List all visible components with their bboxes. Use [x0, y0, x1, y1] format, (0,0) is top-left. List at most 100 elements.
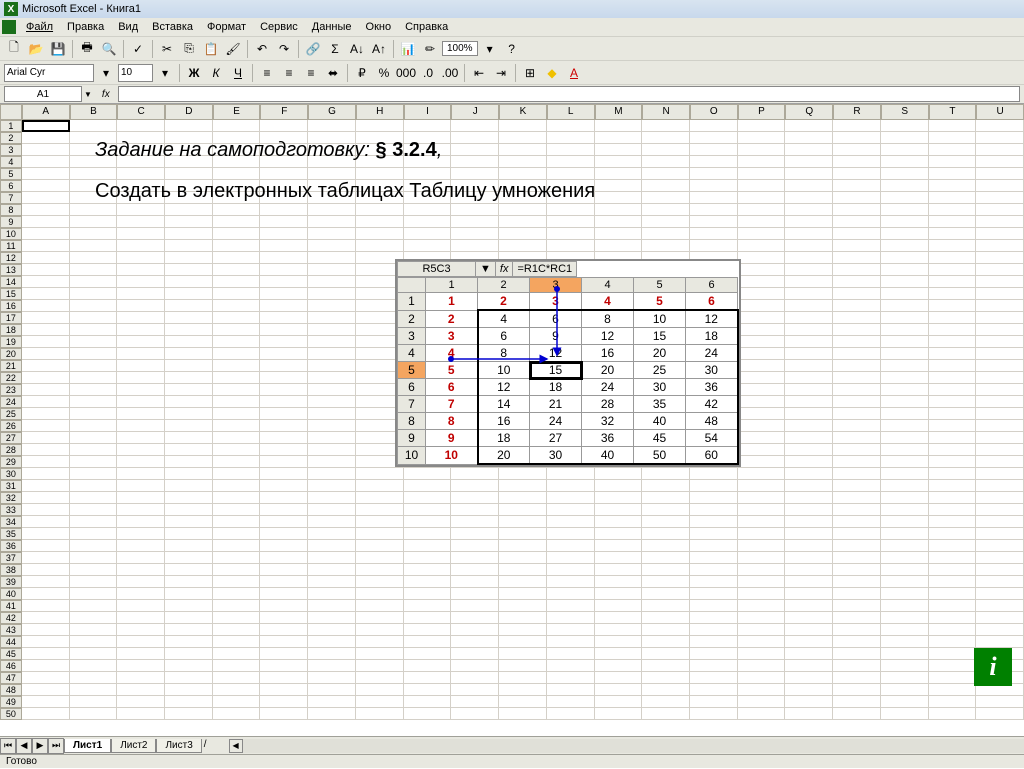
cell[interactable]	[22, 624, 70, 636]
sort-desc-icon[interactable]: A↑	[369, 39, 389, 59]
cell[interactable]	[595, 636, 643, 648]
cell[interactable]	[785, 312, 833, 324]
cell[interactable]	[117, 444, 165, 456]
cell[interactable]	[22, 156, 70, 168]
cell[interactable]	[547, 636, 595, 648]
cell[interactable]	[308, 216, 356, 228]
cell[interactable]	[929, 252, 977, 264]
cell[interactable]	[499, 588, 547, 600]
cell[interactable]	[165, 288, 213, 300]
cell[interactable]	[785, 672, 833, 684]
cell[interactable]	[213, 432, 261, 444]
cell[interactable]	[738, 252, 786, 264]
cell[interactable]	[165, 300, 213, 312]
col-header-R[interactable]: R	[833, 104, 881, 120]
cell[interactable]	[22, 180, 70, 192]
cell[interactable]	[738, 516, 786, 528]
cell[interactable]	[881, 168, 929, 180]
cell[interactable]	[738, 468, 786, 480]
cell[interactable]	[738, 336, 786, 348]
cell[interactable]	[451, 672, 499, 684]
cell[interactable]	[595, 204, 643, 216]
cell[interactable]	[308, 696, 356, 708]
cell[interactable]	[833, 408, 881, 420]
cell[interactable]	[213, 204, 261, 216]
cell[interactable]	[738, 660, 786, 672]
cell[interactable]	[929, 672, 977, 684]
cell[interactable]	[22, 588, 70, 600]
cell[interactable]	[404, 612, 452, 624]
cell[interactable]	[595, 216, 643, 228]
cell[interactable]	[833, 300, 881, 312]
cell[interactable]	[260, 480, 308, 492]
row-header[interactable]: 18	[0, 324, 22, 336]
cell[interactable]	[451, 228, 499, 240]
cell[interactable]	[22, 636, 70, 648]
cell[interactable]	[22, 576, 70, 588]
cell[interactable]	[404, 468, 452, 480]
cell[interactable]	[785, 360, 833, 372]
cell[interactable]	[738, 612, 786, 624]
cell[interactable]	[738, 684, 786, 696]
cell[interactable]	[499, 120, 547, 132]
cell[interactable]	[260, 348, 308, 360]
cell[interactable]	[260, 372, 308, 384]
cell[interactable]	[547, 528, 595, 540]
cell[interactable]	[22, 564, 70, 576]
cell[interactable]	[833, 576, 881, 588]
cell[interactable]	[881, 492, 929, 504]
cell[interactable]	[785, 288, 833, 300]
app-icon[interactable]	[2, 20, 16, 34]
cell[interactable]	[690, 144, 738, 156]
italic-icon[interactable]: К	[206, 63, 226, 83]
cell[interactable]	[70, 480, 118, 492]
cell[interactable]	[690, 192, 738, 204]
cell[interactable]	[260, 276, 308, 288]
row-header[interactable]: 30	[0, 468, 22, 480]
cell[interactable]	[356, 672, 404, 684]
cell[interactable]	[356, 204, 404, 216]
cell[interactable]	[499, 480, 547, 492]
cell[interactable]	[929, 636, 977, 648]
cell[interactable]	[976, 528, 1024, 540]
cell[interactable]	[881, 132, 929, 144]
cell[interactable]	[22, 132, 70, 144]
cell[interactable]	[642, 204, 690, 216]
cell[interactable]	[881, 420, 929, 432]
cell[interactable]	[451, 648, 499, 660]
cell[interactable]	[117, 396, 165, 408]
cell[interactable]	[929, 540, 977, 552]
cell[interactable]	[738, 216, 786, 228]
cell[interactable]	[690, 696, 738, 708]
cell[interactable]	[165, 480, 213, 492]
cell[interactable]	[929, 432, 977, 444]
cell[interactable]	[738, 672, 786, 684]
cell[interactable]	[499, 528, 547, 540]
font-selector[interactable]	[4, 64, 94, 82]
menu-format[interactable]: Формат	[201, 20, 252, 34]
cell[interactable]	[833, 612, 881, 624]
cell[interactable]	[595, 480, 643, 492]
cell[interactable]	[308, 552, 356, 564]
cell[interactable]	[785, 624, 833, 636]
cell[interactable]	[22, 216, 70, 228]
cell[interactable]	[404, 684, 452, 696]
cell[interactable]	[451, 480, 499, 492]
cell[interactable]	[356, 504, 404, 516]
cell[interactable]	[833, 696, 881, 708]
cell[interactable]	[22, 444, 70, 456]
cell[interactable]	[22, 252, 70, 264]
cell[interactable]	[595, 504, 643, 516]
borders-icon[interactable]: ⊞	[520, 63, 540, 83]
cell[interactable]	[499, 636, 547, 648]
cell[interactable]	[308, 492, 356, 504]
cell[interactable]	[976, 372, 1024, 384]
cell[interactable]	[356, 228, 404, 240]
redo-icon[interactable]: ↷	[274, 39, 294, 59]
cell[interactable]	[690, 636, 738, 648]
cell[interactable]	[260, 660, 308, 672]
cell[interactable]	[785, 444, 833, 456]
cell[interactable]	[70, 240, 118, 252]
cell[interactable]	[929, 444, 977, 456]
cell[interactable]	[260, 336, 308, 348]
